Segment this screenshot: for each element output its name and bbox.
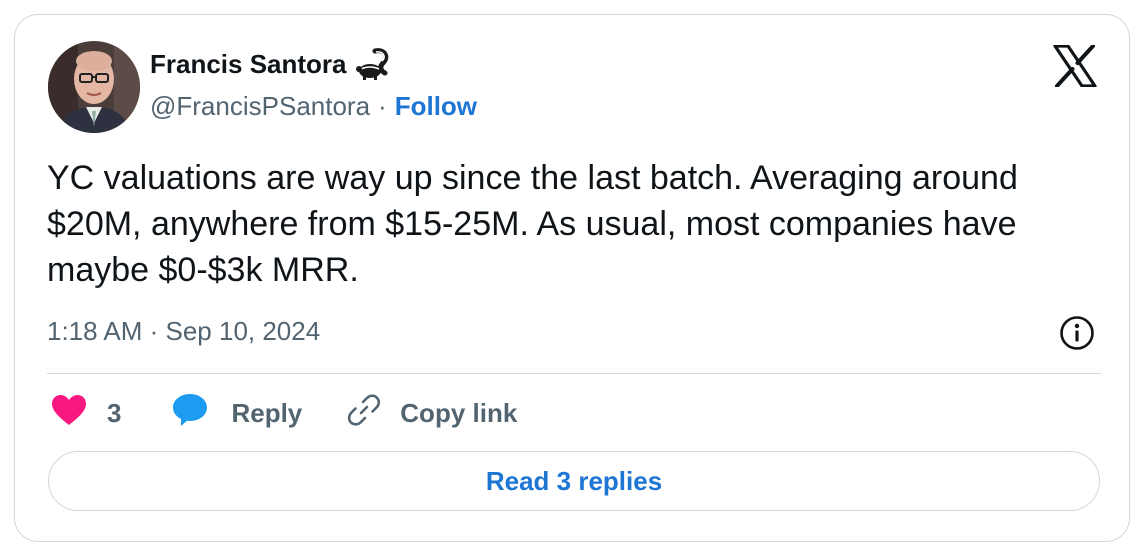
copy-link-label: Copy link xyxy=(400,397,518,428)
like-button[interactable]: 3 xyxy=(51,394,121,433)
author-name[interactable]: Francis Santora xyxy=(150,49,347,80)
x-logo-icon[interactable] xyxy=(1053,44,1097,88)
tweet-text: YC valuations are way up since the last … xyxy=(47,159,1018,289)
avatar[interactable] xyxy=(48,41,140,133)
avatar-photo xyxy=(48,41,140,133)
like-count: 3 xyxy=(107,397,122,428)
tweet-card: Francis Santora @FrancisPSantora · Follo… xyxy=(14,14,1130,542)
action-bar: 3 Reply Copy link xyxy=(51,393,517,433)
reply-label: Reply xyxy=(231,397,303,428)
info-icon[interactable] xyxy=(1059,315,1095,351)
divider xyxy=(47,373,1101,374)
tweet-timestamp[interactable]: 1:18 AM · Sep 10, 2024 xyxy=(47,316,320,347)
copy-link-button[interactable]: Copy link xyxy=(346,392,517,435)
author-name-row: Francis Santora xyxy=(150,47,391,81)
read-replies-button[interactable]: Read 3 replies xyxy=(48,451,1100,511)
heart-icon xyxy=(51,394,87,433)
link-icon xyxy=(346,392,382,435)
follow-button[interactable]: Follow xyxy=(395,91,477,122)
author-handle[interactable]: @FrancisPSantora xyxy=(150,91,370,122)
reply-button[interactable]: Reply xyxy=(171,392,302,435)
skunk-icon xyxy=(355,47,391,81)
reply-bubble-icon xyxy=(171,392,209,435)
separator-dot: · xyxy=(378,91,387,121)
author-handle-row: @FrancisPSantora · Follow xyxy=(150,91,477,122)
text-fade-overlay xyxy=(47,285,1087,311)
